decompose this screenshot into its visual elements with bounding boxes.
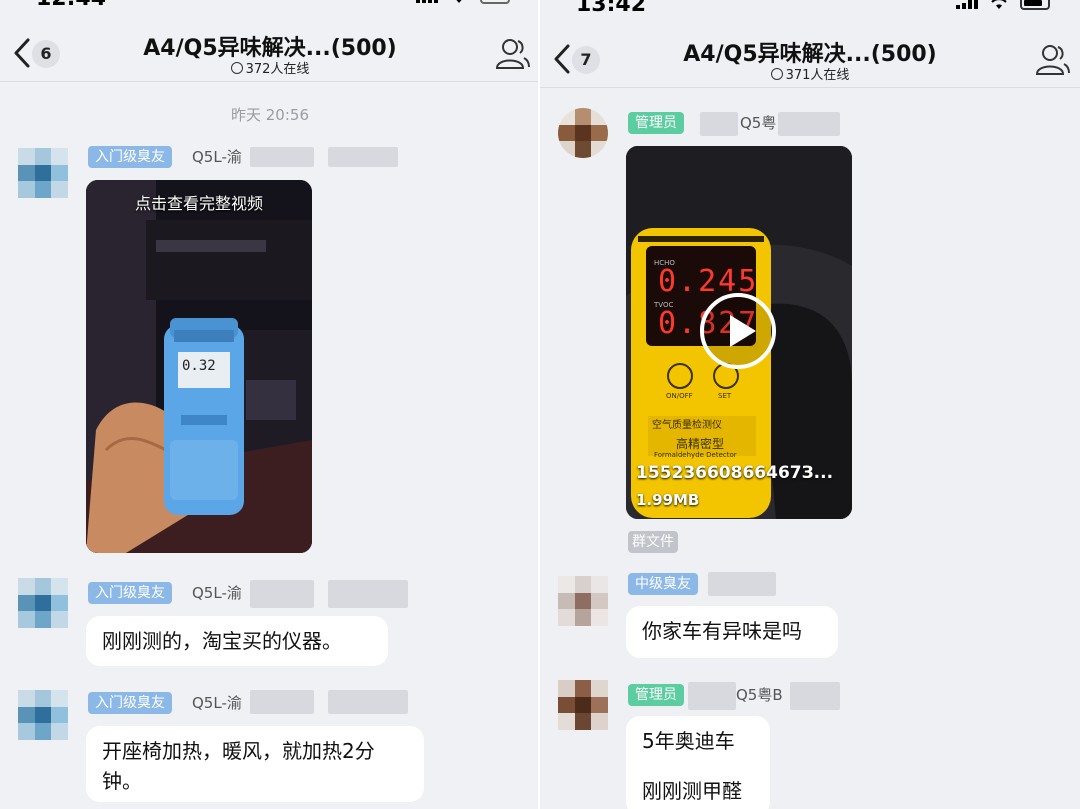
chat-bubble[interactable]: 5年奥迪车 刚刚测甲醛: [626, 716, 770, 809]
video-message[interactable]: 0.245 0.827 HCHO TVOC ON/OFF SET 空气质量检测仪…: [626, 146, 852, 519]
member-level-badge: 中级臭友: [628, 573, 698, 595]
chat-bubble-line: 5年奥迪车: [642, 729, 735, 753]
redacted-name: [328, 580, 408, 608]
member-level-badge: 入门级臭友: [88, 146, 172, 168]
device-button-onoff: ON/OFF: [666, 392, 693, 400]
chat-header: 6 A4/Q5异味解决...(500) 372人在线: [0, 22, 540, 82]
message-timestamp: 昨天 20:56: [231, 106, 309, 124]
redacted-name: [250, 147, 314, 167]
online-count: 371人在线: [600, 64, 1020, 83]
status-icons: [416, 0, 510, 4]
online-count: 372人在线: [60, 58, 480, 77]
video-caption: 点击查看完整视频: [134, 194, 263, 213]
wifi-icon: [991, 0, 1007, 9]
device-label-tvoc: TVOC: [654, 301, 674, 309]
redacted-name: [688, 682, 736, 710]
status-icons: [956, 0, 1050, 10]
avatar[interactable]: [558, 680, 608, 730]
signal-icon: [416, 0, 438, 3]
member-level-badge: 入门级臭友: [88, 582, 172, 604]
avatar[interactable]: [18, 578, 68, 628]
signal-icon: [956, 0, 978, 9]
avatar[interactable]: [558, 576, 608, 626]
wifi-icon: [456, 0, 462, 3]
sender-name: Q5粤B: [736, 686, 783, 704]
file-name: 15523660866467З...: [636, 463, 834, 483]
device-reading: 0.32: [182, 358, 216, 374]
sender-name: Q5L-渝: [192, 584, 242, 602]
battery-icon: [480, 0, 510, 4]
members-icon[interactable]: [494, 36, 530, 70]
chat-bubble[interactable]: 你家车有异味是吗: [626, 606, 838, 658]
status-time: 13:42: [576, 0, 647, 17]
device-label-hcho: HCHO: [654, 259, 675, 267]
sender-name: Q5L-渝: [192, 148, 242, 166]
device-model: 高精密型: [676, 437, 725, 451]
back-chevron-icon[interactable]: [550, 42, 574, 76]
status-bar: 13:42: [540, 0, 1080, 26]
play-icon[interactable]: [698, 291, 778, 371]
redacted-name: [250, 690, 314, 714]
back-chevron-icon[interactable]: [10, 36, 34, 70]
online-dot-icon: [230, 62, 243, 74]
video-message[interactable]: 点击查看完整视频 0.32: [86, 180, 312, 553]
battery-icon: [1020, 0, 1050, 10]
device-button-set: SET: [718, 392, 732, 400]
group-file-label[interactable]: 群文件: [628, 531, 678, 553]
device-english-name: Formaldehyde Detector: [654, 451, 737, 459]
members-icon[interactable]: [1034, 42, 1070, 76]
sender-name: Q5粤: [740, 114, 777, 132]
file-size: 1.99MB: [636, 491, 700, 509]
online-dot-icon: [770, 68, 783, 80]
sender-name: Q5L-渝: [192, 694, 242, 712]
chat-bubble[interactable]: 刚刚测的，淘宝买的仪器。: [86, 616, 388, 666]
chat-header: 7 A4/Q5异味解决...(500) 371人在线: [540, 28, 1080, 88]
device-name: 空气质量检测仪: [652, 420, 722, 431]
status-time: 12:44: [36, 0, 106, 11]
redacted-name: [328, 690, 408, 714]
unread-count-badge[interactable]: 6: [32, 40, 60, 68]
right-chat-screen: 13:42 7 A4/Q5异味解决...(500) 371人在线 管理员 Q5粤: [540, 0, 1080, 809]
redacted-name: [790, 682, 840, 710]
status-bar: 12:44: [0, 0, 540, 20]
chat-bubble-line: 刚刚测甲醛: [642, 779, 742, 803]
admin-badge: 管理员: [628, 684, 684, 706]
redacted-name: [700, 112, 738, 136]
avatar[interactable]: [18, 690, 68, 740]
admin-badge: 管理员: [628, 112, 684, 134]
avatar[interactable]: [18, 148, 68, 198]
redacted-name: [250, 580, 314, 608]
member-level-badge: 入门级臭友: [88, 692, 172, 714]
unread-count-badge[interactable]: 7: [572, 46, 600, 74]
avatar[interactable]: [558, 108, 608, 158]
redacted-name: [708, 572, 776, 596]
chat-bubble[interactable]: 开座椅加热，暖风，就加热2分钟。: [86, 726, 424, 802]
left-chat-screen: 12:44 6 A4/Q5异味解决...(500) 372人在线 昨天 20:5…: [0, 0, 540, 809]
redacted-name: [778, 112, 840, 136]
redacted-name: [328, 147, 398, 167]
